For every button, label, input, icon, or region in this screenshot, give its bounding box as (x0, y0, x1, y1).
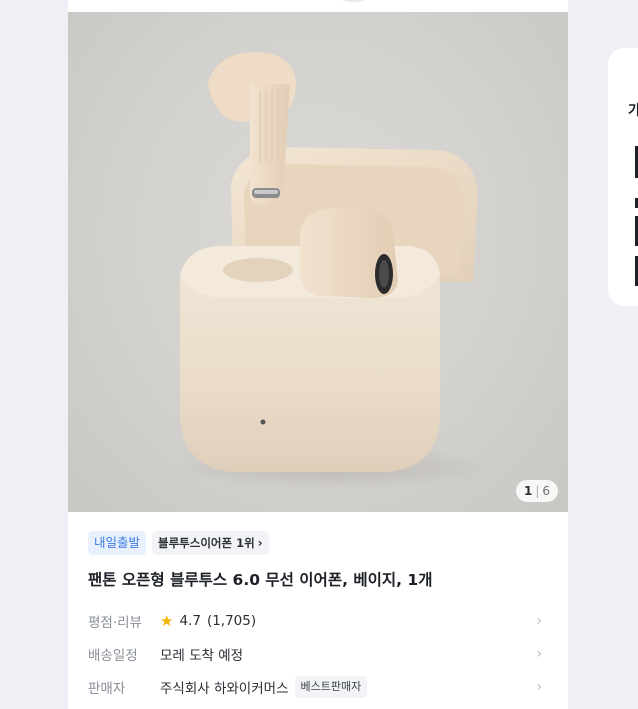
product-info: 내일출발 블루투스이어폰 1위 › 팬톤 오픈형 블루투스 6.0 무선 이어폰… (88, 518, 548, 703)
best-seller-badge: 베스트판매자 (294, 675, 368, 698)
category-rank-label: 블루투스이어폰 1위 (158, 536, 255, 550)
top-scroll-indicator (338, 0, 368, 2)
side-panel-text: 가 (628, 103, 638, 119)
category-rank-badge[interactable]: 블루투스이어폰 1위 › (152, 531, 269, 555)
product-title: 팬톤 오픈형 블루투스 6.0 무선 이어폰, 베이지, 1개 (88, 571, 433, 589)
image-counter: 1 | 6 (515, 480, 558, 502)
chevron-right-icon: › (257, 536, 263, 550)
rating-review-row[interactable]: 평점·리뷰 ★ 4.7 (1,705) › (88, 604, 548, 637)
side-options-panel: 가 (608, 48, 638, 306)
star-icon: ★ (160, 611, 174, 630)
chevron-right-icon: › (536, 645, 542, 662)
rating-value: ★ 4.7 (1,705) (160, 612, 256, 630)
rating-score: 4.7 (179, 612, 201, 629)
product-image-gallery[interactable]: 1 | 6 (68, 12, 568, 512)
image-counter-separator: | (535, 484, 540, 498)
seller-row[interactable]: 판매자 주식회사 하와이커머스 베스트판매자 › (88, 670, 548, 703)
chevron-right-icon: › (536, 678, 542, 695)
shipping-schedule-row[interactable]: 배송일정 모레 도착 예정 › (88, 637, 548, 670)
product-card: 1 | 6 내일출발 블루투스이어폰 1위 › 팬톤 오픈형 블루투스 6.0 … (68, 0, 568, 709)
seller-label: 판매자 (88, 680, 126, 697)
shipping-schedule-value: 모레 도착 예정 (160, 647, 244, 664)
seller-name: 주식회사 하와이커머스 (160, 680, 289, 697)
product-detail-rows: 평점·리뷰 ★ 4.7 (1,705) › 배송일정 모레 도착 예정 › 판매… (88, 604, 548, 703)
earbuds-product-image (173, 52, 493, 489)
rating-review-label: 평점·리뷰 (88, 614, 142, 631)
image-counter-total: 6 (542, 484, 550, 498)
chevron-right-icon: › (536, 612, 542, 629)
badge-row: 내일출발 블루투스이어폰 1위 › (88, 530, 548, 556)
seller-value: 주식회사 하와이커머스 베스트판매자 (160, 675, 368, 698)
image-counter-current: 1 (523, 484, 533, 498)
shipping-schedule-label: 배송일정 (88, 647, 138, 664)
review-count: (1,705) (206, 612, 257, 629)
delivery-badge: 내일출발 (88, 531, 147, 555)
